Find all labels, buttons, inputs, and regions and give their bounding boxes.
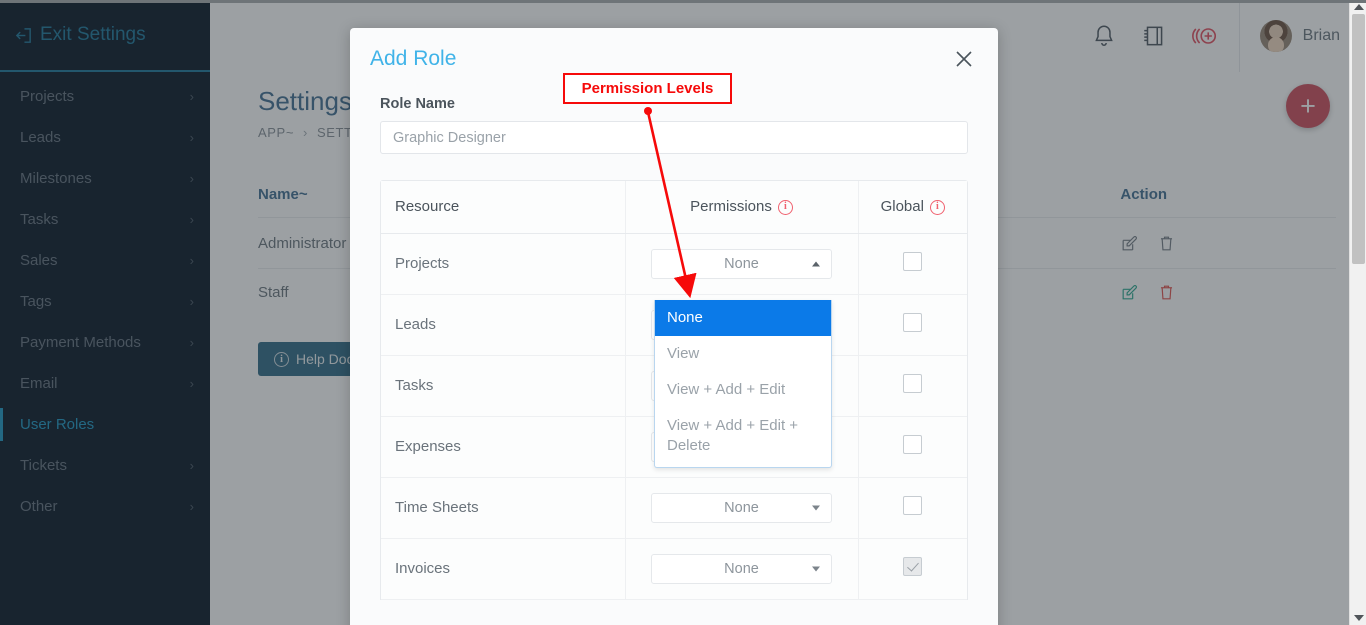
permission-cell: None (625, 233, 858, 294)
chevron-down-icon (812, 505, 820, 510)
chevron-up-icon (812, 261, 820, 266)
column-header-resource: Resource (381, 181, 625, 233)
global-checkbox-invoices[interactable] (903, 557, 922, 576)
dropdown-option-view[interactable]: View (655, 336, 831, 372)
permission-select-projects[interactable]: None (651, 249, 832, 279)
resource-name-cell: Leads (381, 294, 625, 355)
dropdown-option-view-add-edit-delete[interactable]: View + Add + Edit + Delete (655, 408, 831, 464)
permission-cell: None (625, 477, 858, 538)
global-checkbox-expenses[interactable] (903, 435, 922, 454)
table-row: Time Sheets None (381, 477, 967, 538)
column-header-global: Globali (858, 181, 967, 233)
permissions-header-row: Resource Permissionsi Globali (381, 181, 967, 233)
global-checkbox-time-sheets[interactable] (903, 496, 922, 515)
permissions-header-label: Permissions (690, 198, 772, 215)
table-row: Projects None (381, 233, 967, 294)
annotation-label: Permission Levels (582, 80, 714, 97)
permission-dropdown-list: None View View + Add + Edit View + Add +… (654, 300, 832, 468)
dropdown-option-none[interactable]: None (655, 300, 831, 336)
global-checkbox-projects[interactable] (903, 252, 922, 271)
resource-name-cell: Expenses (381, 416, 625, 477)
dropdown-option-view-add-edit[interactable]: View + Add + Edit (655, 372, 831, 408)
role-name-input[interactable] (380, 121, 968, 154)
global-cell (858, 538, 967, 599)
chevron-down-icon (812, 566, 820, 571)
resource-name-cell: Invoices (381, 538, 625, 599)
scrollbar-thumb[interactable] (1352, 14, 1365, 264)
window-top-edge (0, 0, 1366, 3)
global-checkbox-tasks[interactable] (903, 374, 922, 393)
permission-select-value: None (724, 561, 759, 577)
permission-cell: None (625, 538, 858, 599)
resource-name-cell: Projects (381, 233, 625, 294)
modal-backdrop-sidebar (0, 0, 210, 625)
resource-name-cell: Time Sheets (381, 477, 625, 538)
resource-name-cell: Tasks (381, 355, 625, 416)
global-cell (858, 355, 967, 416)
info-icon[interactable]: i (778, 200, 793, 215)
global-cell (858, 477, 967, 538)
app-root: Brian Settings APP~ › SETTINGS + Name~ P… (0, 0, 1366, 625)
modal-title: Add Role (370, 47, 456, 71)
global-header-label: Global (881, 198, 924, 215)
column-header-permissions: Permissions i (625, 181, 858, 233)
annotation-label-box: Permission Levels (563, 73, 732, 104)
permission-select-value: None (724, 256, 759, 272)
global-cell (858, 416, 967, 477)
close-icon[interactable] (952, 47, 976, 71)
vertical-scrollbar[interactable] (1349, 0, 1366, 625)
permission-select-invoices[interactable]: None (651, 554, 832, 584)
table-row: Invoices None (381, 538, 967, 599)
scroll-down-arrow-icon[interactable] (1350, 611, 1366, 625)
info-icon[interactable]: i (930, 200, 945, 215)
global-cell (858, 233, 967, 294)
permission-select-value: None (724, 500, 759, 516)
global-checkbox-leads[interactable] (903, 313, 922, 332)
permission-select-time-sheets[interactable]: None (651, 493, 832, 523)
global-cell (858, 294, 967, 355)
